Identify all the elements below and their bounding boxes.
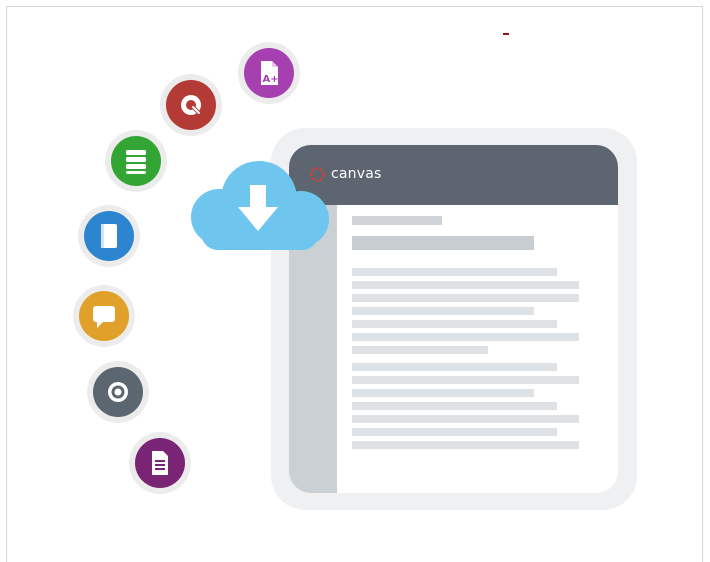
- tablet-screen: canvas: [289, 145, 618, 493]
- text-line: [352, 333, 579, 341]
- canvas-brand-name: canvas: [331, 166, 382, 182]
- canvas-header: canvas: [289, 145, 618, 205]
- content-title-line: [352, 236, 534, 250]
- pages-icon-badge[interactable]: [78, 205, 140, 267]
- text-line: [352, 346, 488, 354]
- quiz-icon-badge[interactable]: [160, 74, 222, 136]
- grades-icon: A+: [261, 61, 279, 85]
- text-line: [352, 268, 557, 276]
- text-line: [352, 281, 579, 289]
- svg-text:A+: A+: [263, 74, 279, 85]
- content-area: [337, 205, 618, 493]
- text-line: [352, 415, 579, 423]
- media-icon-badge[interactable]: [87, 361, 149, 423]
- text-line: [352, 389, 534, 397]
- modules-icon: [126, 150, 146, 174]
- text-line: [352, 376, 579, 384]
- record-icon: [108, 382, 128, 402]
- text-line: [352, 428, 557, 436]
- text-line: [352, 294, 579, 302]
- discussion-icon-badge[interactable]: [73, 285, 135, 347]
- content-heading-line: [352, 216, 442, 225]
- text-line: [352, 363, 557, 371]
- text-line: [352, 441, 579, 449]
- discussion-icon: [93, 306, 115, 328]
- pages-icon: [101, 224, 117, 248]
- grades-icon-badge[interactable]: A+: [238, 42, 300, 104]
- text-line: [352, 402, 557, 410]
- syllabus-icon-badge[interactable]: [129, 432, 191, 494]
- syllabus-icon: [152, 451, 168, 475]
- quiz-icon: [181, 95, 201, 115]
- text-line: [352, 307, 534, 315]
- cloud-download-icon: [191, 161, 329, 250]
- modules-icon-badge[interactable]: [105, 130, 167, 192]
- red-dash-mark: [503, 33, 509, 35]
- text-line: [352, 320, 557, 328]
